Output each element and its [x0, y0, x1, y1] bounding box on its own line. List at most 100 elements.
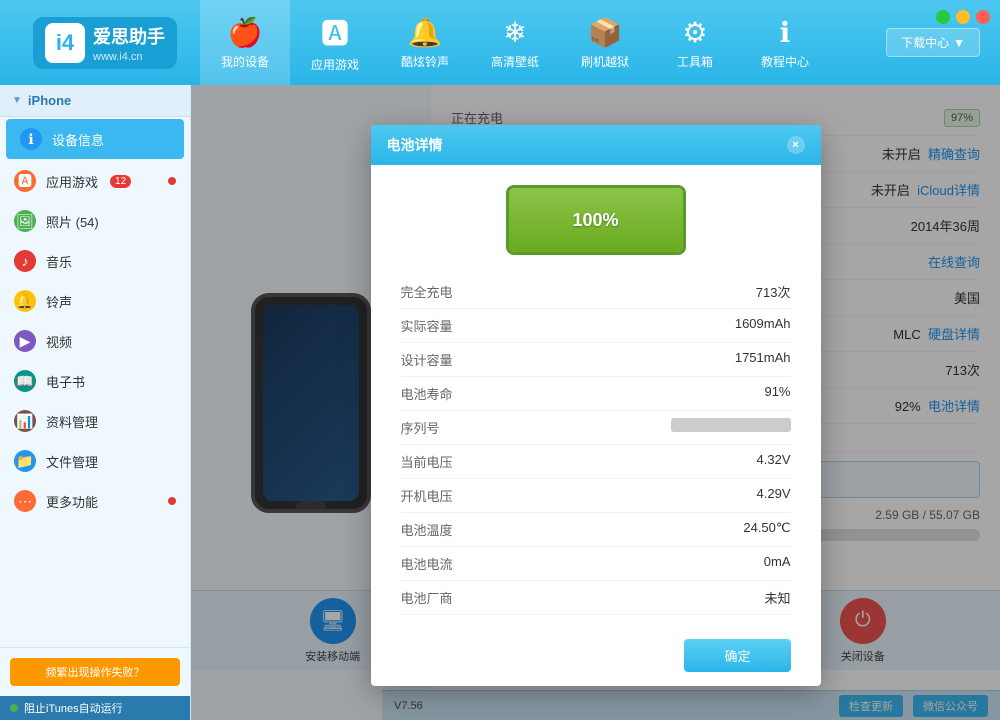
content-area: 正在充电 97% Apple ID锁 未开启 精确查询 iCloud 未开启 i…: [191, 85, 1000, 720]
battery-dialog-title: 电池详情: [387, 135, 443, 155]
battery-visual: 100%: [401, 185, 791, 255]
nav-item-wallpaper[interactable]: ❄ 高清壁纸: [470, 0, 560, 85]
battery-row-actual-capacity: 实际容量 1609mAh: [401, 309, 791, 343]
sidebar-item-ebook[interactable]: 📖 电子书: [0, 361, 190, 401]
device-info-icon: ℹ: [20, 128, 42, 150]
more-badge-dot: [168, 497, 176, 505]
battery-row-full-charge: 完全充电 713次: [401, 275, 791, 309]
apps-icon: 🅰: [321, 12, 349, 52]
nav-label-wallpaper: 高清壁纸: [491, 53, 539, 70]
sidebar-label-ebook: 电子书: [46, 372, 85, 391]
nav-label-ringtone: 酷炫铃声: [401, 53, 449, 70]
battery-fill: 100%: [509, 188, 683, 252]
minimize-button[interactable]: —: [936, 10, 950, 24]
nav-item-tutorials[interactable]: ℹ 教程中心: [740, 0, 830, 85]
sidebar-item-more[interactable]: ⋯ 更多功能: [0, 481, 190, 521]
wallpaper-icon: ❄: [503, 16, 526, 49]
sidebar-menu: ℹ 设备信息 🅰 应用游戏 12 🖼 照片 (54) ♪ 音乐 �: [0, 117, 190, 647]
device-name: iPhone: [28, 93, 71, 108]
file-mgmt-icon: 📁: [14, 450, 36, 472]
voltage-value: 4.32V: [757, 452, 791, 471]
nav-item-my-device[interactable]: 🍎 我的设备: [200, 0, 290, 85]
sidebar-item-device-info[interactable]: ℹ 设备信息: [6, 119, 184, 159]
battery-row-voltage: 当前电压 4.32V: [401, 445, 791, 479]
main-nav: 🍎 我的设备 🅰 应用游戏 🔔 酷炫铃声 ❄ 高清壁纸 📦 刷机越狱 ⚙ 工: [200, 0, 830, 85]
sidebar-label-device-info: 设备信息: [52, 130, 104, 149]
status-dot-icon: [10, 704, 18, 712]
sidebar-label-more: 更多功能: [46, 492, 98, 511]
data-mgmt-icon: 📊: [14, 410, 36, 432]
battery-dialog-close[interactable]: ×: [787, 136, 805, 154]
download-label: 下载中心: [901, 34, 949, 51]
download-arrow-icon: ▼: [953, 36, 965, 50]
ringtone-icon: 🔔: [408, 16, 443, 49]
more-icon: ⋯: [14, 490, 36, 512]
logo-area: i4 爱思助手 www.i4.cn: [10, 17, 200, 69]
device-section: ▼ iPhone: [0, 85, 190, 117]
window-controls: — □ ×: [936, 10, 990, 24]
manufacturer-value: 未知: [764, 588, 790, 607]
full-charge-value: 713次: [756, 282, 791, 301]
actual-capacity-label: 实际容量: [401, 316, 453, 335]
temperature-label: 电池温度: [401, 520, 453, 539]
video-menu-icon: ▶: [14, 330, 36, 352]
sidebar-item-photos[interactable]: 🖼 照片 (54): [0, 201, 190, 241]
logo-box: i4 爱思助手 www.i4.cn: [33, 17, 177, 69]
photos-menu-icon: 🖼: [14, 210, 36, 232]
sidebar-label-ringtone: 铃声: [46, 292, 72, 311]
battery-dialog: 电池详情 × 100%: [371, 125, 821, 686]
battery-row-temperature: 电池温度 24.50℃: [401, 513, 791, 547]
music-menu-icon: ♪: [14, 250, 36, 272]
battery-dialog-body: 100% 完全充电 713次 实际容量 1609mAh: [371, 165, 821, 625]
full-charge-label: 完全充电: [401, 282, 453, 301]
tools-icon: ⚙: [682, 16, 707, 49]
nav-item-jailbreak[interactable]: 📦 刷机越狱: [560, 0, 650, 85]
ringtone-menu-icon: 🔔: [14, 290, 36, 312]
nav-item-tools[interactable]: ⚙ 工具箱: [650, 0, 740, 85]
nav-item-ringtone[interactable]: 🔔 酷炫铃声: [380, 0, 470, 85]
sidebar-item-data-mgmt[interactable]: 📊 资料管理: [0, 401, 190, 441]
confirm-button[interactable]: 确定: [684, 639, 790, 672]
apps-badge: 12: [110, 175, 131, 188]
modal-overlay: 电池详情 × 100%: [191, 85, 1000, 720]
design-capacity-label: 设计容量: [401, 350, 453, 369]
app-website: www.i4.cn: [93, 51, 165, 63]
app-logo-icon: i4: [45, 23, 85, 63]
device-icon: 🍎: [228, 16, 263, 49]
header-right: 下载中心 ▼: [830, 28, 990, 57]
status-text: 阻止iTunes自动运行: [24, 700, 123, 716]
sidebar-item-file-mgmt[interactable]: 📁 文件管理: [0, 441, 190, 481]
sidebar-item-music[interactable]: ♪ 音乐: [0, 241, 190, 281]
nav-item-apps[interactable]: 🅰 应用游戏: [290, 0, 380, 85]
battery-dialog-footer: 确定: [371, 625, 821, 686]
battery-row-battery-life: 电池寿命 91%: [401, 377, 791, 411]
serial-label: 序列号: [401, 418, 440, 437]
help-button[interactable]: 频繁出现操作失败？: [10, 658, 180, 686]
close-button[interactable]: ×: [976, 10, 990, 24]
sidebar-status-bar: 阻止iTunes自动运行: [0, 696, 190, 720]
header: — □ × i4 爱思助手 www.i4.cn 🍎 我的设备 🅰 应用游戏: [0, 0, 1000, 85]
sidebar-label-apps: 应用游戏: [46, 172, 98, 191]
maximize-button[interactable]: □: [956, 10, 970, 24]
sidebar-bottom: 频繁出现操作失败？: [0, 647, 190, 696]
apps-menu-icon: 🅰: [14, 170, 36, 192]
battery-row-boot-voltage: 开机电压 4.29V: [401, 479, 791, 513]
download-button[interactable]: 下载中心 ▼: [886, 28, 980, 57]
battery-row-design-capacity: 设计容量 1751mAh: [401, 343, 791, 377]
main-area: ▼ iPhone ℹ 设备信息 🅰 应用游戏 12 🖼 照片 (54): [0, 85, 1000, 720]
actual-capacity-value: 1609mAh: [735, 316, 791, 335]
sidebar-item-ringtone[interactable]: 🔔 铃声: [0, 281, 190, 321]
boot-voltage-value: 4.29V: [757, 486, 791, 505]
battery-row-current: 电池电流 0mA: [401, 547, 791, 581]
sidebar-item-apps[interactable]: 🅰 应用游戏 12: [0, 161, 190, 201]
temperature-value: 24.50℃: [743, 520, 790, 539]
battery-percentage: 100%: [572, 210, 618, 231]
battery-row-manufacturer: 电池厂商 未知: [401, 581, 791, 615]
nav-label-tutorials: 教程中心: [761, 53, 809, 70]
battery-life-dlg-label: 电池寿命: [401, 384, 453, 403]
sidebar-item-video[interactable]: ▶ 视频: [0, 321, 190, 361]
boot-voltage-label: 开机电压: [401, 486, 453, 505]
tutorials-icon: ℹ: [780, 16, 791, 49]
nav-label-device: 我的设备: [221, 53, 269, 70]
design-capacity-value: 1751mAh: [735, 350, 791, 369]
